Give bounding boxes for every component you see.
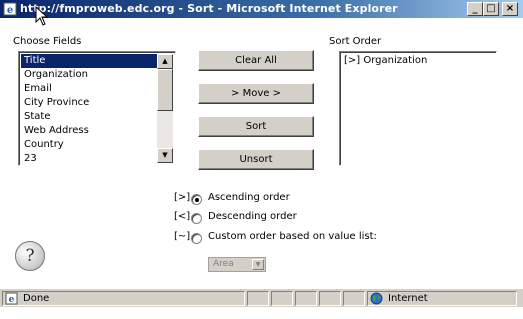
mouse-cursor-icon — [35, 6, 49, 26]
status-pane: e Done — [2, 291, 245, 306]
ascending-radio[interactable] — [191, 194, 202, 205]
page-icon: e — [5, 292, 18, 305]
list-item[interactable]: Web Address — [21, 124, 160, 138]
list-item[interactable]: Country — [21, 138, 160, 152]
radio-dot-icon — [195, 198, 199, 202]
option-key: [~] — [174, 231, 191, 242]
fields-scrollbar[interactable]: ▲ ▼ — [157, 54, 173, 163]
list-item[interactable]: City Province — [21, 96, 160, 110]
globe-icon — [370, 292, 383, 305]
clear-all-button[interactable]: Clear All — [198, 50, 314, 71]
list-item[interactable]: [>] Organization — [344, 55, 427, 66]
maximize-button[interactable]: □ — [483, 2, 499, 16]
title-bar: e http://fmproweb.edc.org - Sort - Micro… — [0, 0, 523, 18]
option-key: [>] — [174, 192, 191, 203]
status-pane — [247, 291, 269, 306]
minimize-button[interactable]: _ — [467, 2, 483, 16]
list-item[interactable]: Organization — [21, 68, 160, 82]
list-item[interactable]: Email — [21, 82, 160, 96]
scroll-up-icon[interactable]: ▲ — [157, 54, 173, 69]
value-list-value: Area — [213, 259, 234, 269]
option-key: [<] — [174, 211, 191, 222]
fields-listbox[interactable]: Title Organization Email City Province State… — [18, 51, 176, 166]
status-pane — [271, 291, 293, 306]
descending-radio[interactable] — [191, 213, 202, 224]
zone-text: Internet — [388, 293, 428, 304]
sort-button[interactable]: Sort — [198, 116, 314, 137]
unsort-button[interactable]: Unsort — [198, 149, 314, 170]
status-pane — [295, 291, 317, 306]
sort-order-listbox[interactable]: [>] Organization — [339, 51, 497, 166]
list-item[interactable]: 23 — [21, 152, 160, 166]
option-label: Descending order — [208, 211, 297, 222]
status-pane — [343, 291, 365, 306]
move-button[interactable]: > Move > — [198, 83, 314, 104]
scroll-down-icon[interactable]: ▼ — [157, 148, 173, 163]
svg-text:e: e — [7, 5, 13, 16]
list-item[interactable]: Title — [21, 54, 160, 68]
status-text: Done — [23, 293, 50, 304]
list-item[interactable]: State — [21, 110, 160, 124]
custom-order-radio[interactable] — [191, 233, 202, 244]
status-bar: e Done Internet — [0, 288, 523, 307]
scroll-thumb[interactable] — [157, 69, 173, 111]
chevron-down-icon[interactable]: ▼ — [252, 259, 264, 270]
sort-order-label: Sort Order — [329, 36, 382, 47]
help-icon[interactable]: ? — [15, 241, 45, 271]
value-list-select[interactable]: Area ▼ — [208, 257, 266, 272]
ie-page-icon: e — [3, 2, 17, 16]
window-bottom — [0, 307, 523, 319]
status-pane — [319, 291, 341, 306]
svg-text:e: e — [9, 295, 15, 305]
option-label: Ascending order — [208, 192, 290, 203]
close-button[interactable]: × — [502, 2, 518, 16]
zone-pane: Internet — [367, 291, 517, 306]
window-title: http://fmproweb.edc.org - Sort - Microso… — [20, 2, 398, 15]
option-label: Custom order based on value list: — [208, 231, 377, 242]
choose-fields-label: Choose Fields — [13, 36, 82, 47]
